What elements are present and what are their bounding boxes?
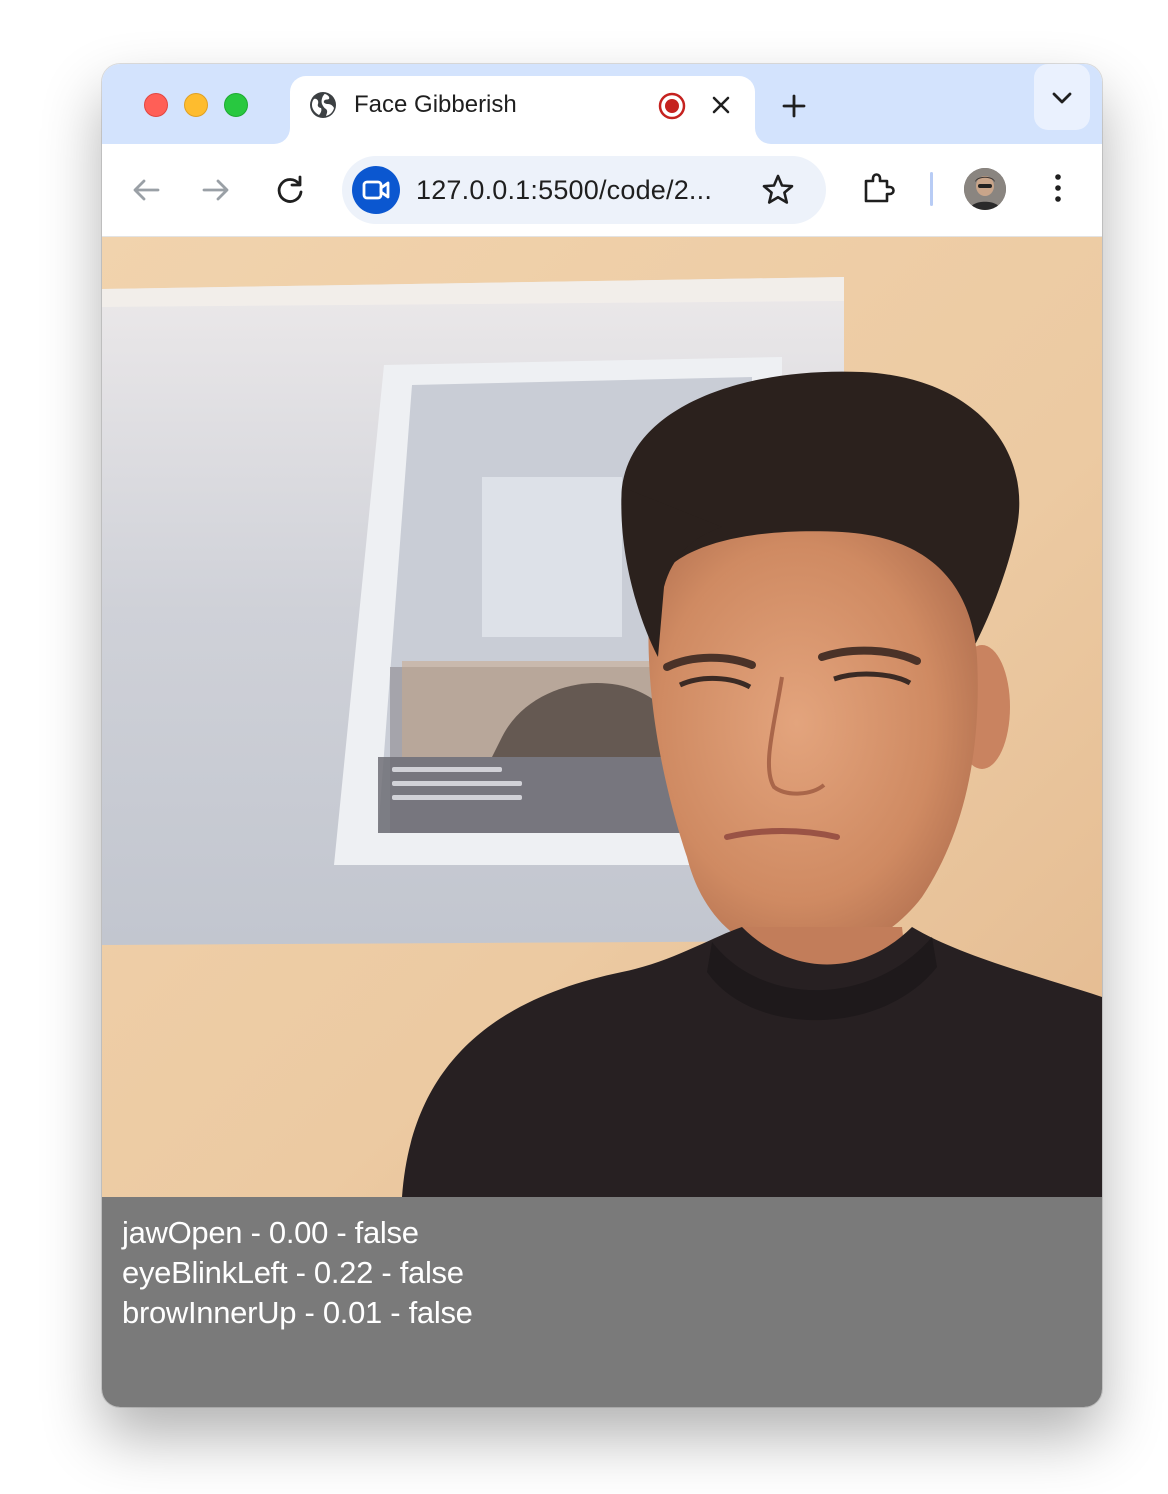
- more-menu-icon[interactable]: [1038, 168, 1078, 208]
- record-icon: [658, 92, 686, 120]
- tab-face-gibberish[interactable]: Face Gibberish: [290, 76, 755, 144]
- blendshape-readout: jawOpen - 0.00 - false eyeBlinkLeft - 0.…: [122, 1213, 1082, 1333]
- close-window-button[interactable]: [144, 93, 168, 117]
- minimize-window-button[interactable]: [184, 93, 208, 117]
- readout-brow-inner-up: browInnerUp - 0.01 - false: [122, 1295, 473, 1330]
- toolbar-divider: [930, 172, 933, 206]
- bookmark-star-icon[interactable]: [758, 170, 798, 210]
- url-text[interactable]: 127.0.0.1:5500/code/2...: [416, 174, 712, 206]
- webcam-frame: [102, 237, 1102, 1197]
- desktop: Face Gibberish 127.0.0.1:5500/code/2... …: [0, 0, 1168, 1494]
- video-camera-icon: [362, 180, 390, 200]
- address-bar[interactable]: 127.0.0.1:5500/code/2...: [342, 156, 826, 224]
- page-viewport: jawOpen - 0.00 - false eyeBlinkLeft - 0.…: [102, 237, 1102, 1407]
- maximize-window-button[interactable]: [224, 93, 248, 117]
- extensions-icon[interactable]: [858, 168, 898, 208]
- readout-eye-blink-left: eyeBlinkLeft - 0.22 - false: [122, 1255, 464, 1290]
- toolbar: 127.0.0.1:5500/code/2...: [102, 144, 1102, 237]
- tab-title: Face Gibberish: [354, 91, 517, 118]
- browser-window: Face Gibberish 127.0.0.1:5500/code/2... …: [102, 64, 1102, 1407]
- new-tab-button[interactable]: [776, 88, 812, 124]
- close-tab-icon[interactable]: [706, 90, 736, 120]
- tab-search-button[interactable]: [1034, 64, 1090, 130]
- back-button[interactable]: [126, 170, 166, 210]
- webcam-video: [102, 237, 1102, 1197]
- reload-button[interactable]: [270, 170, 310, 210]
- chevron-down-icon: [1052, 92, 1072, 104]
- profile-avatar[interactable]: [964, 168, 1006, 210]
- forward-button[interactable]: [196, 170, 236, 210]
- readout-jaw-open: jawOpen - 0.00 - false: [122, 1215, 419, 1250]
- globe-icon: [310, 92, 336, 118]
- avatar-image: [964, 168, 1006, 210]
- tab-strip: Face Gibberish: [102, 64, 1102, 144]
- site-info-button[interactable]: [352, 166, 400, 214]
